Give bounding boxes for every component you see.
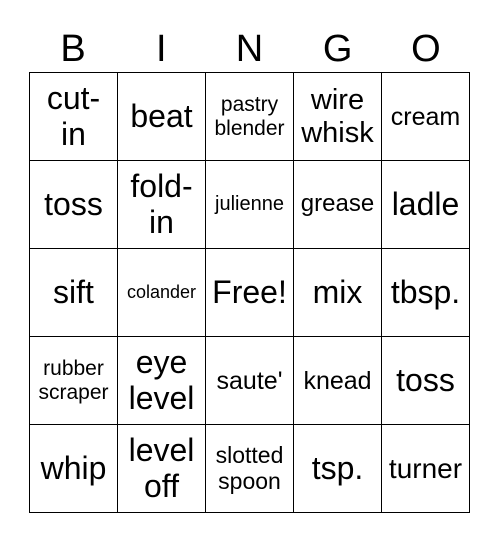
- bingo-cell[interactable]: Free!: [205, 248, 294, 337]
- bingo-cell[interactable]: level off: [117, 424, 206, 513]
- bingo-header: B I N G O: [29, 26, 470, 72]
- bingo-cell[interactable]: beat: [117, 72, 206, 161]
- bingo-cell[interactable]: sift: [29, 248, 118, 337]
- bingo-cell[interactable]: julienne: [205, 160, 294, 249]
- bingo-cell[interactable]: knead: [293, 336, 382, 425]
- bingo-cell[interactable]: cream: [381, 72, 470, 161]
- bingo-cell[interactable]: turner: [381, 424, 470, 513]
- bingo-cell[interactable]: colander: [117, 248, 206, 337]
- bingo-cell[interactable]: grease: [293, 160, 382, 249]
- bingo-cell[interactable]: pastry blender: [205, 72, 294, 161]
- header-letter-o: O: [411, 28, 441, 70]
- bingo-cell[interactable]: saute': [205, 336, 294, 425]
- grid-row: whip level off slotted spoon tsp. turner: [29, 424, 470, 513]
- bingo-cell[interactable]: toss: [29, 160, 118, 249]
- bingo-cell[interactable]: wire whisk: [293, 72, 382, 161]
- bingo-cell[interactable]: slotted spoon: [205, 424, 294, 513]
- header-letter-b: B: [60, 28, 86, 70]
- grid-row: rubber scraper eye level saute' knead toss: [29, 336, 470, 425]
- bingo-cell[interactable]: mix: [293, 248, 382, 337]
- bingo-cell[interactable]: ladle: [381, 160, 470, 249]
- bingo-cell[interactable]: tbsp.: [381, 248, 470, 337]
- header-letter-n: N: [235, 28, 264, 70]
- grid-row: sift colander Free! mix tbsp.: [29, 248, 470, 337]
- bingo-cell[interactable]: whip: [29, 424, 118, 513]
- bingo-cell[interactable]: tsp.: [293, 424, 382, 513]
- header-letter-g: G: [322, 28, 353, 70]
- bingo-cell[interactable]: rubber scraper: [29, 336, 118, 425]
- header-letter-i: I: [156, 28, 167, 70]
- grid-row: toss fold- in julienne grease ladle: [29, 160, 470, 249]
- grid-row: cut- in beat pastry blender wire whisk cream: [29, 72, 470, 161]
- bingo-cell[interactable]: fold- in: [117, 160, 206, 249]
- bingo-cell[interactable]: toss: [381, 336, 470, 425]
- bingo-cell[interactable]: eye level: [117, 336, 206, 425]
- bingo-cell[interactable]: cut- in: [29, 72, 118, 161]
- bingo-grid: cut- in beat pastry blender wire whisk cream…: [29, 72, 470, 513]
